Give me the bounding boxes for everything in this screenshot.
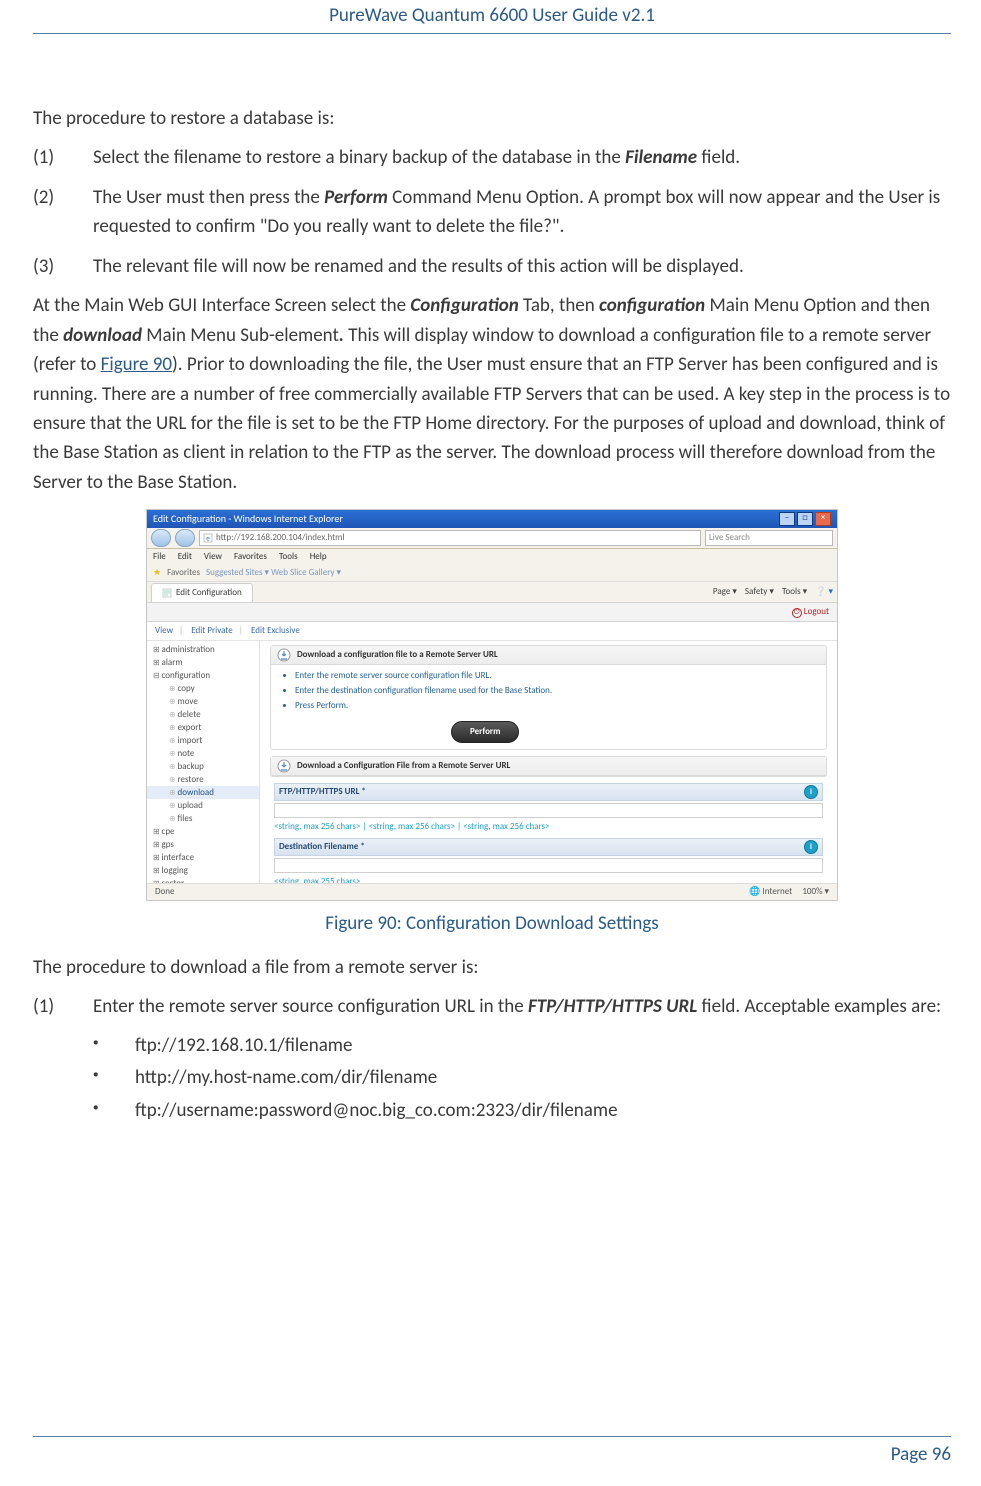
back-icon[interactable] bbox=[151, 529, 171, 547]
minimize-icon[interactable]: – bbox=[779, 512, 795, 526]
maximize-icon[interactable]: □ bbox=[797, 512, 813, 526]
address-bar: e http://192.168.200.104/index.html Live… bbox=[147, 528, 837, 549]
internet-zone: Internet bbox=[763, 886, 793, 897]
internet-zone-icon: 🌐 bbox=[749, 886, 760, 897]
step2-text: The User must then press the Perform Com… bbox=[93, 183, 951, 242]
panel-download-to-remote: Download a configuration file to a Remot… bbox=[270, 645, 827, 750]
download-icon bbox=[277, 759, 291, 773]
example-3: ftp://username:password@noc.big_co.com:2… bbox=[93, 1097, 951, 1126]
edit-mode-bar: View| Edit Private| Edit Exclusive bbox=[147, 622, 837, 641]
dl-step1-num: (1) bbox=[33, 992, 93, 1021]
svg-text:e: e bbox=[206, 534, 210, 543]
tree-files[interactable]: files bbox=[147, 812, 259, 825]
page-footer: Page 96 bbox=[33, 1436, 951, 1466]
status-bar: Done 🌐 Internet 100% ▾ bbox=[147, 883, 837, 900]
info-icon[interactable]: i bbox=[804, 785, 818, 799]
cmd-tools[interactable]: Tools ▾ bbox=[782, 586, 807, 597]
menu-favorites[interactable]: Favorites bbox=[234, 551, 267, 562]
forward-icon[interactable] bbox=[175, 529, 195, 547]
info-icon[interactable]: i bbox=[804, 840, 818, 854]
favorites-links[interactable]: Suggested Sites ▾ Web Slice Gallery ▾ bbox=[206, 565, 341, 581]
status-left: Done bbox=[155, 885, 175, 899]
browser-search-input[interactable]: Live Search bbox=[705, 530, 833, 546]
figure-ref[interactable]: Figure 90 bbox=[101, 353, 172, 376]
tree-alarm[interactable]: alarm bbox=[147, 656, 259, 669]
dl-step1-text: Enter the remote server source configura… bbox=[93, 992, 951, 1021]
page-number: Page 96 bbox=[891, 1443, 951, 1466]
nav-tree[interactable]: administration alarm configuration copy … bbox=[147, 641, 260, 895]
instr-2: Enter the destination configuration file… bbox=[295, 684, 816, 698]
logout-link[interactable]: ⏻ Logout bbox=[792, 605, 829, 619]
step3-num: (3) bbox=[33, 252, 93, 281]
tree-copy[interactable]: copy bbox=[147, 682, 259, 695]
tree-note[interactable]: note bbox=[147, 747, 259, 760]
favorites-star-icon[interactable]: ★ bbox=[153, 565, 161, 581]
window-title: Edit Configuration - Windows Internet Ex… bbox=[153, 512, 343, 526]
favorites-label[interactable]: Favorites bbox=[167, 565, 200, 581]
filename-field-label: Destination Filename * i bbox=[274, 838, 823, 856]
step1-text: Select the filename to restore a binary … bbox=[93, 143, 951, 172]
figure-caption: Figure 90: Configuration Download Settin… bbox=[33, 909, 951, 938]
mode-edit-private[interactable]: Edit Private bbox=[191, 625, 233, 636]
tree-upload[interactable]: upload bbox=[147, 799, 259, 812]
tree-interface[interactable]: interface bbox=[147, 851, 259, 864]
close-icon[interactable]: × bbox=[815, 512, 831, 526]
tree-gps[interactable]: gps bbox=[147, 838, 259, 851]
tree-download[interactable]: download bbox=[147, 786, 259, 799]
menu-tools[interactable]: Tools bbox=[279, 551, 298, 562]
download-icon bbox=[277, 648, 291, 662]
example-2: http://my.host-name.com/dir/filename bbox=[93, 1064, 951, 1093]
menu-file[interactable]: File bbox=[153, 551, 166, 562]
tree-delete[interactable]: delete bbox=[147, 708, 259, 721]
figure-90: Edit Configuration - Windows Internet Ex… bbox=[146, 509, 838, 901]
filename-input-field[interactable] bbox=[274, 858, 823, 873]
browser-tab[interactable]: Edit Configuration bbox=[151, 583, 253, 602]
tree-move[interactable]: move bbox=[147, 695, 259, 708]
main-paragraph: At the Main Web GUI Interface Screen sel… bbox=[33, 291, 951, 497]
tree-import[interactable]: import bbox=[147, 734, 259, 747]
instr-3: Press Perform. bbox=[295, 699, 816, 713]
example-1: ftp://192.168.10.1/filename bbox=[93, 1032, 951, 1061]
step1-num: (1) bbox=[33, 143, 93, 172]
page-header: PureWave Quantum 6600 User Guide v2.1 bbox=[33, 0, 951, 34]
instr-1: Enter the remote server source configura… bbox=[295, 669, 816, 683]
cmd-page[interactable]: Page ▾ bbox=[713, 586, 737, 597]
tree-cpe[interactable]: cpe bbox=[147, 825, 259, 838]
perform-button[interactable]: Perform bbox=[451, 721, 519, 743]
url-hint: <string, max 256 chars> | <string, max 2… bbox=[274, 820, 823, 834]
intro2-line: The procedure to download a file from a … bbox=[33, 953, 951, 982]
favorites-bar: ★ Favorites Suggested Sites ▾ Web Slice … bbox=[147, 565, 837, 581]
page-icon bbox=[162, 588, 172, 598]
cmd-safety[interactable]: Safety ▾ bbox=[745, 586, 774, 597]
help-icon[interactable]: ❔ ▾ bbox=[815, 586, 833, 597]
url-input[interactable]: e http://192.168.200.104/index.html bbox=[199, 530, 701, 546]
menu-help[interactable]: Help bbox=[310, 551, 327, 562]
panel-download-from-remote: Download a Configuration File from a Rem… bbox=[270, 756, 827, 777]
menu-edit[interactable]: Edit bbox=[178, 551, 192, 562]
content-subheader: ⏻ Logout bbox=[147, 602, 837, 622]
mode-view[interactable]: View bbox=[155, 625, 173, 636]
url-field-label: FTP/HTTP/HTTPS URL * i bbox=[274, 783, 823, 801]
doc-title: PureWave Quantum 6600 User Guide v2.1 bbox=[329, 4, 655, 27]
tree-backup[interactable]: backup bbox=[147, 760, 259, 773]
step3-text: The relevant file will now be renamed an… bbox=[93, 252, 951, 281]
intro-line: The procedure to restore a database is: bbox=[33, 104, 951, 133]
menu-view[interactable]: View bbox=[204, 551, 222, 562]
window-titlebar: Edit Configuration - Windows Internet Ex… bbox=[147, 510, 837, 528]
tree-export[interactable]: export bbox=[147, 721, 259, 734]
tree-restore[interactable]: restore bbox=[147, 773, 259, 786]
zoom-level[interactable]: 100% ▾ bbox=[802, 886, 829, 897]
ie-command-bar: Page ▾ Safety ▾ Tools ▾ ❔ ▾ bbox=[707, 585, 833, 602]
mode-edit-exclusive[interactable]: Edit Exclusive bbox=[251, 625, 300, 636]
url-input-field[interactable] bbox=[274, 803, 823, 818]
step2-num: (2) bbox=[33, 183, 93, 242]
menubar: File Edit View Favorites Tools Help bbox=[147, 549, 837, 565]
tree-logging[interactable]: logging bbox=[147, 864, 259, 877]
tree-administration[interactable]: administration bbox=[147, 643, 259, 656]
tree-configuration[interactable]: configuration bbox=[147, 669, 259, 682]
